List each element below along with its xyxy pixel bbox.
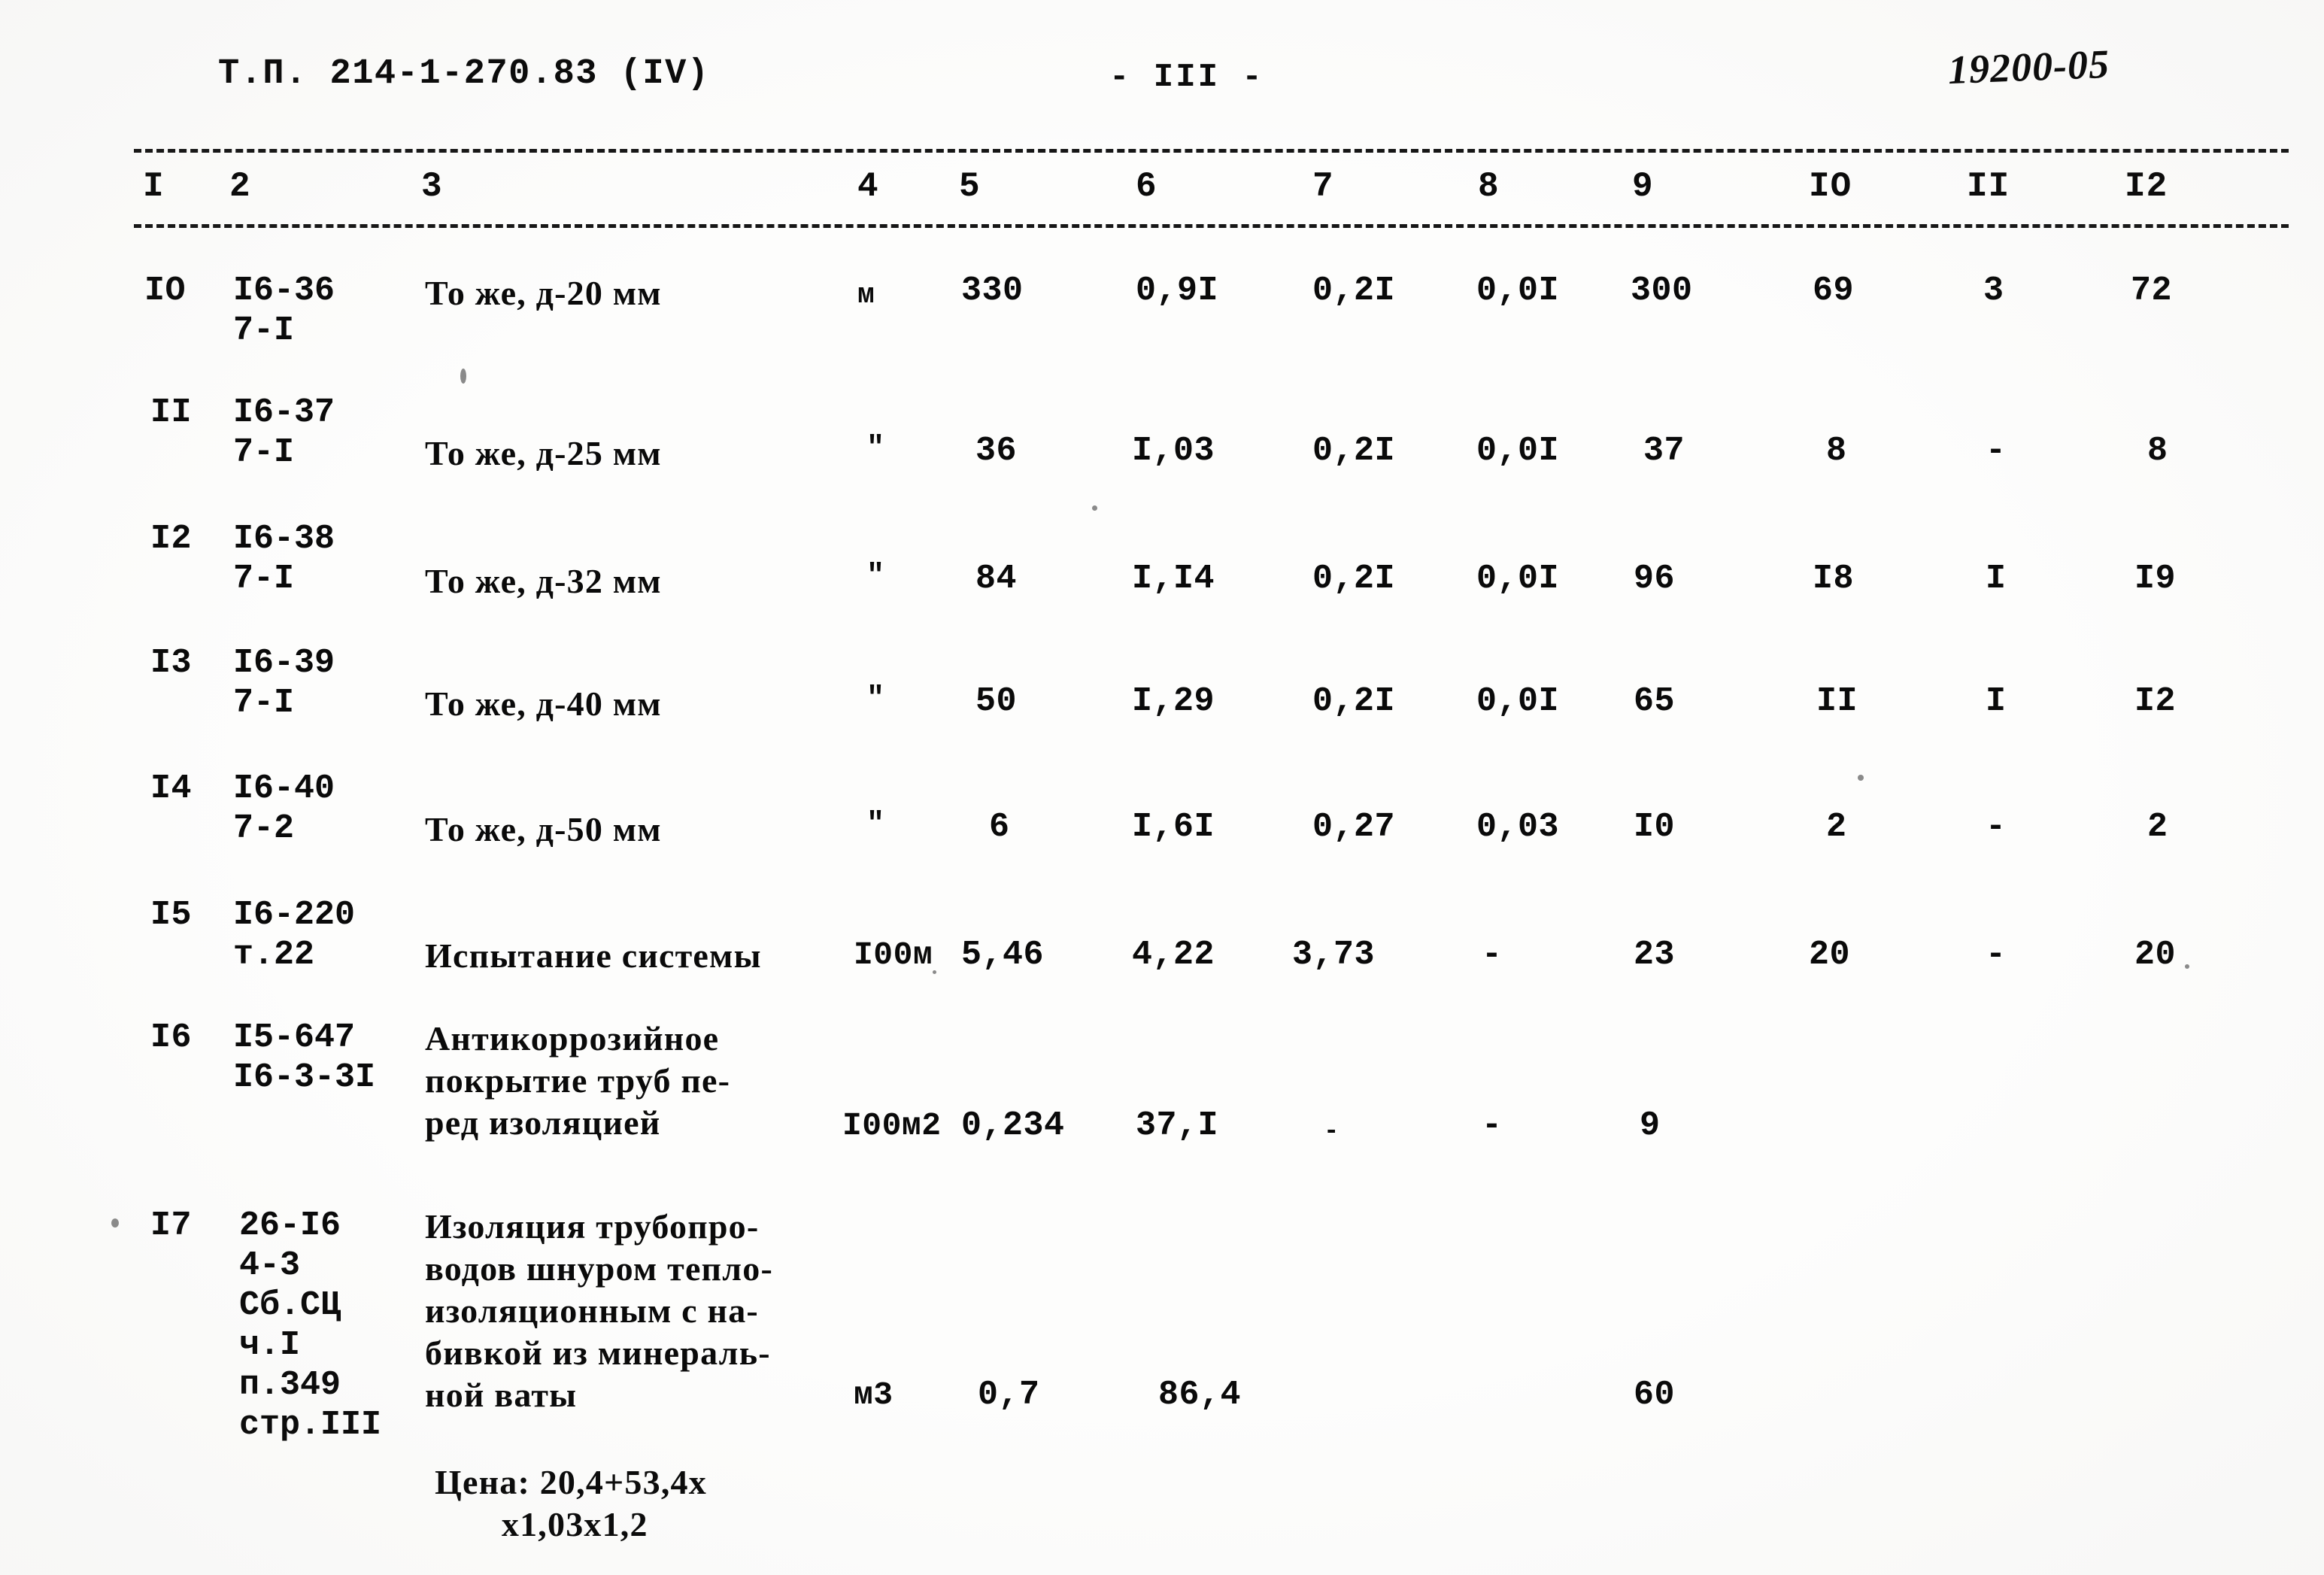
row-description: Испытание системы	[425, 936, 762, 975]
row-col12: 8	[2147, 432, 2168, 470]
row-col12: I9	[2134, 560, 2177, 598]
row-number: I3	[150, 644, 193, 682]
row-col12: 72	[2131, 272, 2173, 310]
row-col5: 330	[961, 272, 1024, 310]
row-unit: "	[866, 682, 885, 716]
row-col9: 23	[1634, 936, 1676, 974]
row-description: Изоляция трубопро- водов шнуром тепло- и…	[425, 1207, 773, 1414]
row-col10: 69	[1813, 272, 1855, 310]
row-col11: -	[1986, 432, 2007, 470]
scan-speck	[111, 1218, 119, 1228]
row-col9: 60	[1634, 1376, 1676, 1414]
row-col8: 0,0I	[1476, 272, 1560, 310]
row-col5: 6	[989, 808, 1010, 846]
row-col7: 3,73	[1292, 936, 1376, 974]
row-unit: I00м2	[842, 1107, 942, 1144]
row-description: То же, д-32 мм	[425, 562, 662, 600]
row-unit: м	[857, 279, 875, 311]
row-col11: I	[1986, 560, 2007, 598]
row-col11: 3	[1983, 272, 2004, 310]
row-col7: 0,2I	[1312, 432, 1396, 470]
row-col10: I8	[1813, 560, 1855, 598]
row-col8: 0,0I	[1476, 432, 1560, 470]
row-col6: 86,4	[1158, 1376, 1242, 1414]
scan-speck	[1858, 775, 1864, 781]
row-unit: м3	[854, 1376, 893, 1413]
row-col9: 96	[1634, 560, 1676, 598]
row-col10: 8	[1826, 432, 1847, 470]
row-col12: 2	[2147, 808, 2168, 846]
row-col9: 300	[1631, 272, 1693, 310]
row-col5: 0,234	[961, 1106, 1065, 1145]
row-col9: 9	[1640, 1106, 1661, 1145]
row-code: I6-36 7-I	[233, 272, 335, 350]
row-col5: 36	[975, 432, 1018, 470]
row-col8: 0,03	[1476, 808, 1560, 846]
row-number: I6	[150, 1018, 193, 1057]
row-col7: -	[1324, 1118, 1339, 1146]
row-col8: -	[1482, 936, 1503, 974]
row-unit: "	[866, 432, 885, 466]
row-col12: I2	[2134, 682, 2177, 721]
row-col9: I0	[1634, 808, 1676, 846]
row-number: I5	[150, 896, 193, 934]
row-col11: I	[1986, 682, 2007, 721]
row-col11: -	[1986, 936, 2007, 974]
row-col5: 50	[975, 682, 1018, 721]
row-number: I2	[150, 520, 193, 558]
row-col9: 65	[1634, 682, 1676, 721]
row-col6: I,I4	[1132, 560, 1215, 598]
price-footnote: Цена: 20,4+53,4х х1,03х1,2	[435, 1463, 707, 1543]
row-col6: I,6I	[1132, 808, 1215, 846]
row-col6: 0,9I	[1136, 272, 1219, 310]
scan-speck	[933, 970, 936, 974]
row-col10: II	[1816, 682, 1858, 721]
scan-speck	[460, 369, 466, 384]
row-col5: 84	[975, 560, 1018, 598]
row-unit: "	[866, 560, 885, 593]
row-description: То же, д-25 мм	[425, 434, 662, 472]
row-col7: 0,2I	[1312, 272, 1396, 310]
row-col5: 5,46	[961, 936, 1045, 974]
row-col8: 0,0I	[1476, 682, 1560, 721]
row-col10: 2	[1826, 808, 1847, 846]
row-code: I6-40 7-2	[233, 769, 335, 848]
row-code: 26-I6 4-3 Сб.СЦ ч.I п.349 стр.III	[239, 1206, 382, 1444]
row-code: I5-647 I6-3-3I	[233, 1018, 376, 1097]
row-col9: 37	[1643, 432, 1685, 470]
row-description: То же, д-40 мм	[425, 684, 662, 723]
row-code: I6-220 т.22	[233, 896, 356, 974]
row-col10: 20	[1809, 936, 1851, 974]
scan-speck	[2185, 964, 2189, 969]
row-number: I4	[150, 769, 193, 808]
row-number: II	[150, 393, 193, 432]
row-col7: 0,2I	[1312, 560, 1396, 598]
row-col6: 4,22	[1132, 936, 1215, 974]
row-col7: 0,2I	[1312, 682, 1396, 721]
row-col11: -	[1986, 808, 2007, 846]
row-code: I6-38 7-I	[233, 520, 335, 598]
row-col8: -	[1482, 1106, 1503, 1145]
row-number: IO	[144, 272, 187, 310]
row-number: I7	[150, 1206, 193, 1245]
estimate-table: IO I6-36 7-I То же, д-20 мм м 330 0,9I 0…	[0, 0, 2324, 1575]
row-code: I6-37 7-I	[233, 393, 335, 472]
row-col8: 0,0I	[1476, 560, 1560, 598]
row-col7: 0,27	[1312, 808, 1396, 846]
row-col6: I,03	[1132, 432, 1215, 470]
row-description: То же, д-20 мм	[425, 274, 662, 312]
row-description: Антикоррозийное покрытие труб пе- ред из…	[425, 1019, 731, 1142]
row-col12: 20	[2134, 936, 2177, 974]
scan-speck	[1092, 505, 1097, 511]
row-col6: 37,I	[1136, 1106, 1219, 1145]
row-unit: "	[866, 808, 885, 842]
scanned-document-page: Т.П. 214-1-270.83 (IV) - III - 19200-05 …	[0, 0, 2324, 1575]
row-code: I6-39 7-I	[233, 644, 335, 722]
row-unit: I00м	[854, 936, 933, 973]
row-col5: 0,7	[978, 1376, 1040, 1414]
row-description: То же, д-50 мм	[425, 810, 662, 848]
row-col6: I,29	[1132, 682, 1215, 721]
